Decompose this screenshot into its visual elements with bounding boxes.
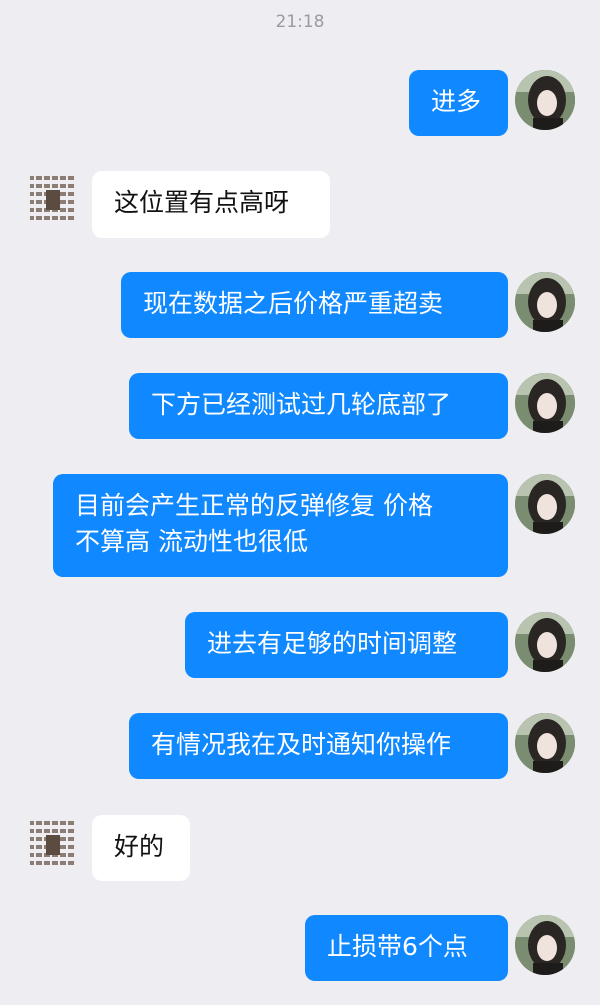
message-bubble-outgoing[interactable]: 下方已经测试过几轮底部了 <box>129 373 508 439</box>
message-bubble-outgoing[interactable]: 现在数据之后价格严重超卖 <box>121 272 508 338</box>
contact-avatar[interactable] <box>24 170 80 230</box>
self-avatar[interactable] <box>515 474 575 534</box>
message-bubble-outgoing[interactable]: 目前会产生正常的反弹修复 价格 不算高 流动性也很低 <box>53 474 508 577</box>
self-avatar[interactable] <box>515 272 575 332</box>
message-bubble-incoming[interactable]: 好的 <box>92 815 190 881</box>
self-avatar[interactable] <box>515 373 575 433</box>
contact-avatar[interactable] <box>24 815 80 875</box>
message-bubble-outgoing[interactable]: 有情况我在及时通知你操作 <box>129 713 508 779</box>
message-bubble-outgoing[interactable]: 止损带6个点 <box>305 915 508 981</box>
message-bubble-outgoing[interactable]: 进去有足够的时间调整 <box>185 612 508 678</box>
self-avatar[interactable] <box>515 713 575 773</box>
message-bubble-outgoing[interactable]: 进多 <box>409 70 508 136</box>
message-bubble-incoming[interactable]: 这位置有点高呀 <box>92 171 330 238</box>
self-avatar[interactable] <box>515 915 575 975</box>
chat-timestamp: 21:18 <box>275 12 325 32</box>
self-avatar[interactable] <box>515 612 575 672</box>
self-avatar[interactable] <box>515 70 575 130</box>
